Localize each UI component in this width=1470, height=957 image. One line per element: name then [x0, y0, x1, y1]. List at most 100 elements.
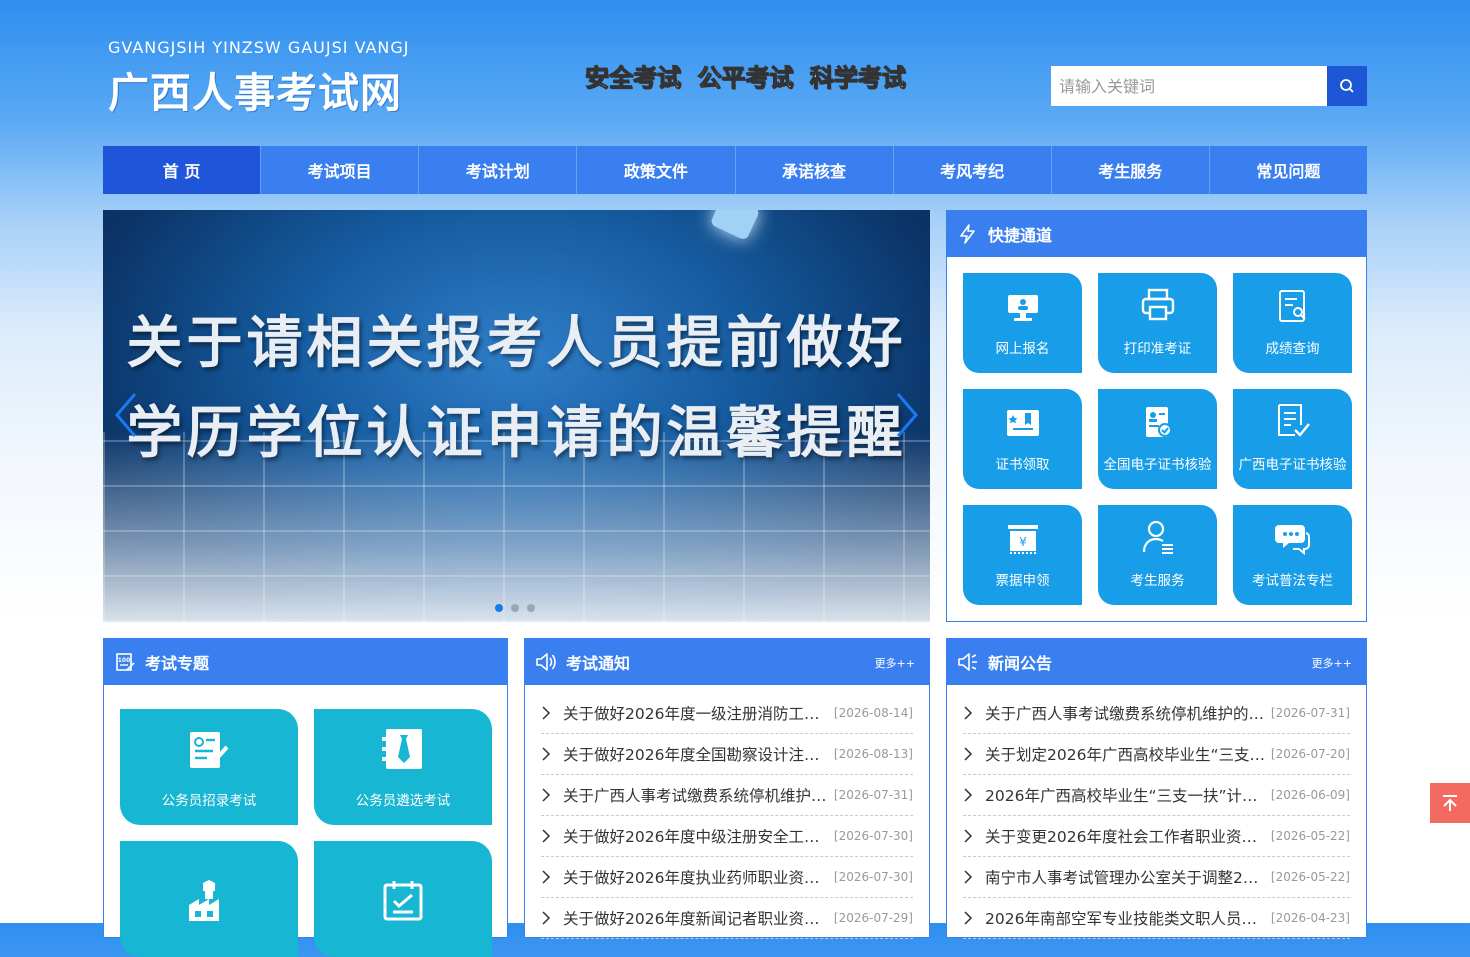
news-item-title: 关于变更2026年度社会工作者职业资格考试考点 — [985, 828, 1267, 846]
nav-exam-projects[interactable]: 考试项目 — [261, 146, 420, 194]
site-logo[interactable]: GVANGJSIH YINZSW GAUJSI VANGJ 广西人事考试网 — [108, 38, 428, 119]
exam-paper-icon — [187, 729, 231, 775]
chevron-right-icon — [963, 829, 985, 843]
topic-item-4[interactable] — [314, 841, 492, 957]
news-item-date: [2026-07-20] — [1270, 747, 1350, 761]
user-service-icon — [1141, 519, 1175, 559]
exam-notice-panel: 考试通知 更多++ 关于做好2026年度一级注册消防工程师资格考试[2026-0… — [524, 638, 930, 939]
news-item-date: [2026-05-22] — [1270, 829, 1350, 843]
notice-item[interactable]: 关于做好2026年度新闻记者职业资格考试工作的[2026-07-29] — [541, 898, 913, 939]
score-search-icon — [1277, 289, 1309, 327]
notice-item[interactable]: 关于做好2026年度全国勘察设计注册工程师考试[2026-08-13] — [541, 734, 913, 775]
search-input[interactable] — [1051, 66, 1327, 106]
search-icon — [1340, 79, 1354, 93]
news-item[interactable]: 南宁市人事考试管理办公室关于调整2026年考试[2026-05-22] — [963, 857, 1350, 898]
notice-item[interactable]: 关于广西人事考试缴费系统停机维护的通知公告[2026-07-31] — [541, 775, 913, 816]
banner-carousel[interactable]: 关于请相关报考人员提前做好 学历学位认证申请的温馨提醒 — [103, 210, 930, 622]
news-item[interactable]: 关于变更2026年度社会工作者职业资格考试考点[2026-05-22] — [963, 816, 1350, 857]
chevron-right-icon — [541, 870, 563, 884]
speaker-icon — [535, 651, 557, 673]
nav-faq[interactable]: 常见问题 — [1210, 146, 1367, 194]
notice-item-date: [2026-08-14] — [833, 706, 913, 720]
quick-invoice-request-label: 票据申领 — [995, 573, 1050, 589]
search-button[interactable] — [1327, 66, 1367, 106]
building-icon — [187, 879, 231, 927]
certificate-icon — [1005, 407, 1041, 443]
quick-print-admission-label: 打印准考证 — [1123, 341, 1192, 357]
news-item-date: [2026-06-09] — [1270, 788, 1350, 802]
news-item[interactable]: 2026年广西高校毕业生“三支一扶”计划招募公告[2026-06-09] — [963, 775, 1350, 816]
banner-prev-button[interactable] — [111, 390, 141, 440]
notice-item-title: 关于做好2026年度全国勘察设计注册工程师考试 — [563, 746, 830, 764]
quick-guangxi-ecert-verify[interactable]: 广西电子证书核验 — [1233, 389, 1352, 489]
exam-notice-more-link[interactable]: 更多++ — [875, 655, 915, 671]
topic-item-3[interactable] — [120, 841, 298, 957]
quick-national-ecert-verify[interactable]: 全国电子证书核验 — [1098, 389, 1217, 489]
chevron-right-icon — [896, 393, 918, 437]
banner-dot-2[interactable] — [511, 604, 519, 612]
nav-candidate-service[interactable]: 考生服务 — [1052, 146, 1210, 194]
arrow-up-icon — [1443, 795, 1457, 811]
logo-pinyin: GVANGJSIH YINZSW GAUJSI VANGJ — [108, 38, 410, 57]
quick-candidate-service[interactable]: 考生服务 — [1098, 505, 1217, 605]
id-check-icon — [1143, 405, 1173, 443]
notice-item-title: 关于做好2026年度执业药师职业资格考试工作的 — [563, 869, 830, 887]
back-to-top-button[interactable] — [1430, 783, 1470, 823]
logo-title: 广西人事考试网 — [108, 69, 402, 117]
news-item-title: 关于划定2026年广西高校毕业生“三支一扶”计划 — [985, 746, 1267, 764]
quick-candidate-service-label: 考生服务 — [1130, 573, 1185, 589]
exam-topics-header: 100 考试专题 — [104, 639, 507, 685]
news-more-link[interactable]: 更多++ — [1312, 655, 1352, 671]
topic-civil-servant-recruit[interactable]: 公务员招录考试 — [120, 709, 298, 825]
notice-item-date: [2026-07-30] — [833, 870, 913, 884]
chat-icon — [1274, 521, 1311, 559]
topic-civil-servant-selection-label: 公务员遴选考试 — [355, 793, 451, 809]
banner-next-button[interactable] — [892, 390, 922, 440]
quick-access-title: 快捷通道 — [988, 226, 1053, 245]
nav-home[interactable]: 首 页 — [103, 146, 262, 194]
quick-online-registration[interactable]: 网上报名 — [963, 273, 1082, 373]
news-item[interactable]: 关于划定2026年广西高校毕业生“三支一扶”计划[2026-07-20] — [963, 734, 1350, 775]
calendar-check-icon — [381, 879, 425, 927]
quick-score-query[interactable]: 成绩查询 — [1233, 273, 1352, 373]
svg-text:100: 100 — [118, 657, 131, 664]
notice-item-title: 关于广西人事考试缴费系统停机维护的通知公告 — [563, 787, 830, 805]
notice-item[interactable]: 关于做好2026年度一级注册消防工程师资格考试[2026-08-14] — [541, 693, 913, 734]
svg-text:¥: ¥ — [1019, 535, 1027, 549]
notice-item-date: [2026-08-13] — [833, 747, 913, 761]
topic-civil-servant-selection[interactable]: 公务员遴选考试 — [314, 709, 492, 825]
quick-access-header: 快捷通道 — [947, 211, 1366, 257]
news-item[interactable]: 2026年南部空军专业技能类文职人员公开招考公告[2026-04-23] — [963, 898, 1350, 939]
quick-score-query-label: 成绩查询 — [1265, 341, 1320, 357]
chevron-right-icon — [541, 829, 563, 843]
exam-notice-title: 考试通知 — [566, 654, 631, 673]
news-item[interactable]: 关于广西人事考试缴费系统停机维护的通知公告[2026-07-31] — [963, 693, 1350, 734]
chevron-right-icon — [963, 788, 985, 802]
exam-topics-panel: 100 考试专题 公务员招录考试 公务员遴选考试 — [103, 638, 508, 957]
quick-law-column[interactable]: 考试普法专栏 — [1233, 505, 1352, 605]
news-item-title: 南宁市人事考试管理办公室关于调整2026年考试 — [985, 869, 1267, 887]
notice-item[interactable]: 关于做好2026年度中级注册安全工程师职业资格[2026-07-30] — [541, 816, 913, 857]
nav-exam-discipline[interactable]: 考风考纪 — [894, 146, 1052, 194]
quick-national-ecert-verify-label: 全国电子证书核验 — [1103, 457, 1212, 473]
banner-headline-1: 关于请相关报考人员提前做好 — [126, 311, 907, 376]
notice-item-title: 关于做好2026年度一级注册消防工程师资格考试 — [563, 705, 830, 723]
news-item-title: 关于广西人事考试缴费系统停机维护的通知公告 — [985, 705, 1267, 723]
banner-headline-2: 学历学位认证申请的温馨提醒 — [126, 401, 907, 466]
nav-exam-plan[interactable]: 考试计划 — [419, 146, 578, 194]
main-nav: 首 页 考试项目 考试计划 政策文件 承诺核查 考风考纪 考生服务 常见问题 — [103, 146, 1367, 194]
computer-icon — [1006, 293, 1040, 327]
quick-online-registration-label: 网上报名 — [995, 341, 1050, 357]
nav-policy[interactable]: 政策文件 — [577, 146, 736, 194]
notice-item[interactable]: 关于做好2026年度执业药师职业资格考试工作的[2026-07-30] — [541, 857, 913, 898]
banner-dot-3[interactable] — [527, 604, 535, 612]
nav-commitment-check[interactable]: 承诺核查 — [736, 146, 894, 194]
quick-certificate-collection[interactable]: 证书领取 — [963, 389, 1082, 489]
quick-print-admission[interactable]: 打印准考证 — [1098, 273, 1217, 373]
quick-invoice-request[interactable]: ¥ 票据申领 — [963, 505, 1082, 605]
score-100-icon: 100 — [114, 651, 136, 673]
chevron-right-icon — [963, 706, 985, 720]
site-slogan: 安全考试 公平考试 科学考试 — [585, 64, 907, 93]
printer-icon — [1140, 287, 1176, 327]
banner-dot-1[interactable] — [495, 604, 503, 612]
